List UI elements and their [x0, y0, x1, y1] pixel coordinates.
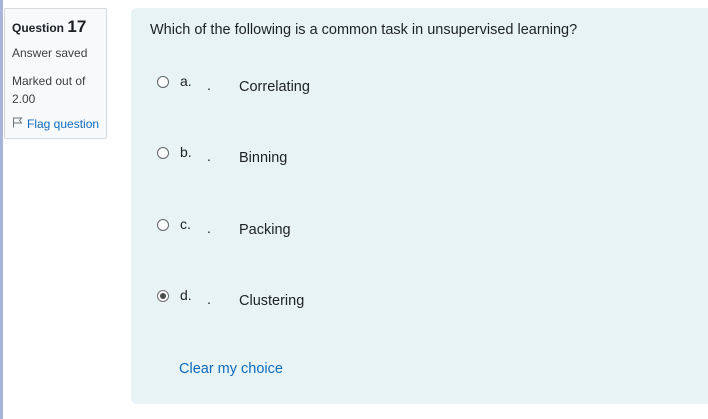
clear-choice-link[interactable]: Clear my choice [179, 361, 283, 377]
radio-d[interactable] [157, 290, 169, 302]
question-text: Which of the following is a common task … [150, 22, 578, 38]
option-label: Correlating [239, 79, 310, 95]
option-label: Clustering [239, 293, 305, 309]
option-a[interactable]: a. . Correlating [157, 73, 457, 95]
question-info-panel: Question 17 Answer saved Marked out of 2… [4, 8, 107, 139]
option-letter: d. [180, 287, 192, 303]
option-c[interactable]: c. . Packing [157, 216, 457, 238]
left-edge-bar [0, 0, 3, 419]
flag-question-link[interactable]: Flag question [12, 117, 99, 131]
option-dot: . [207, 148, 211, 164]
option-dot: . [207, 291, 211, 307]
marked-out-of: Marked out of 2.00 [12, 74, 86, 106]
question-title: Question 17 [12, 17, 86, 37]
flag-icon [12, 117, 27, 131]
radio-c[interactable] [157, 219, 169, 231]
question-content: Which of the following is a common task … [131, 8, 708, 404]
question-label: Question [12, 21, 65, 35]
question-number: 17 [67, 17, 87, 36]
option-label: Packing [239, 222, 291, 238]
option-dot: . [207, 220, 211, 236]
answer-status: Answer saved [12, 46, 88, 60]
option-dot: . [207, 77, 211, 93]
flag-question-label: Flag question [27, 117, 100, 131]
option-letter: c. [180, 216, 191, 232]
option-d[interactable]: d. . Clustering [157, 287, 457, 309]
option-letter: b. [180, 144, 192, 160]
radio-b[interactable] [157, 147, 169, 159]
radio-a[interactable] [157, 76, 169, 88]
option-letter: a. [180, 73, 192, 89]
option-b[interactable]: b. . Binning [157, 144, 457, 166]
option-label: Binning [239, 150, 288, 166]
